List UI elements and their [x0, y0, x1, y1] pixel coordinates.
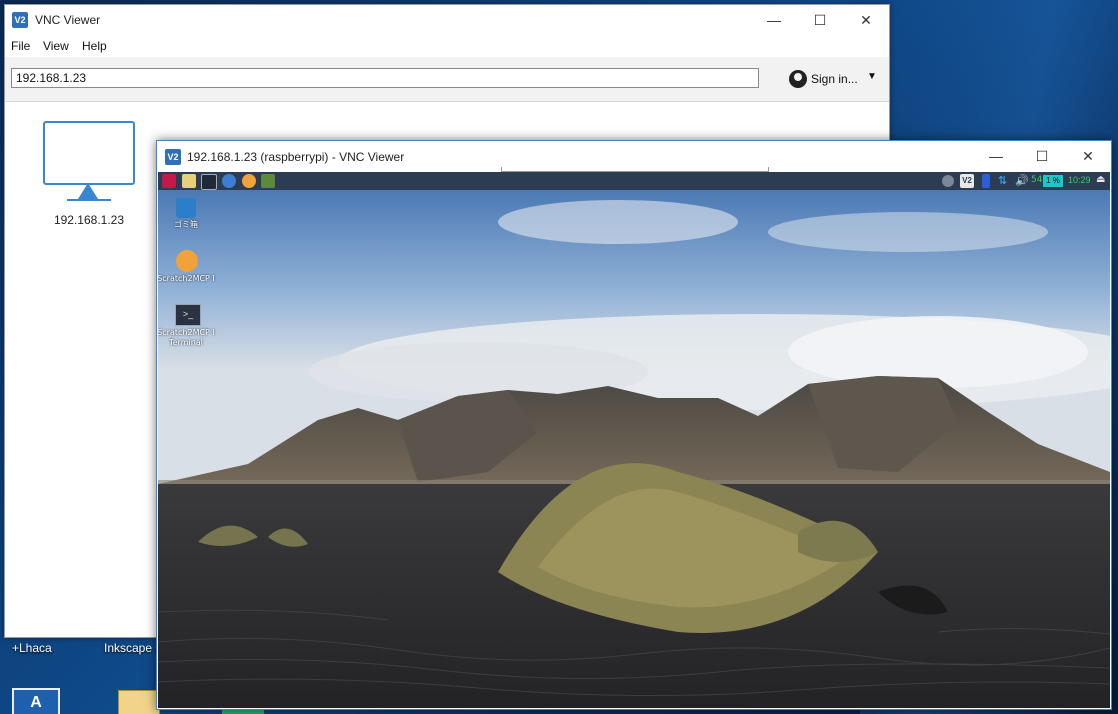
scratch2mcpi-label: Scratch2MCP I: [158, 274, 215, 283]
raspberry-pi-taskbar: V2 ⇅ 🔊 54 1 % 10:29 ⏏: [158, 172, 1110, 190]
network-status-icon[interactable]: [942, 175, 954, 187]
remote-maximize-button[interactable]: ☐: [1019, 141, 1065, 171]
raspberry-menu-icon[interactable]: [162, 174, 176, 188]
cpu-usage: 1 %: [1043, 175, 1063, 187]
desktop-app-icon-document[interactable]: [118, 690, 160, 714]
monitor-base-icon: [67, 199, 111, 201]
address-input[interactable]: [11, 68, 759, 88]
desktop-icon-label-inkscape[interactable]: Inkscape 0: [104, 641, 162, 655]
menu-file[interactable]: File: [11, 39, 30, 53]
remote-close-button[interactable]: ✕: [1065, 141, 1111, 171]
landscape-wallpaper: [158, 172, 1110, 708]
titlebar[interactable]: V2 VNC Viewer — ☐ ✕: [5, 5, 889, 35]
monitor-icon: [43, 121, 135, 185]
trash-label: ゴミ箱: [174, 220, 198, 229]
clock[interactable]: 10:29: [1068, 175, 1091, 185]
cpu-temp: 54: [1031, 175, 1043, 185]
wifi-arrows-icon[interactable]: ⇅: [998, 174, 1007, 187]
window-title: VNC Viewer: [35, 13, 101, 27]
volume-icon[interactable]: 🔊: [1015, 174, 1029, 187]
desktop-icon-label-lhaca[interactable]: +Lhaca: [12, 641, 52, 655]
minecraft-icon[interactable]: [261, 174, 275, 188]
letter-a-icon: A: [30, 694, 42, 711]
chevron-down-icon[interactable]: ▼: [867, 71, 877, 82]
terminal-desktop-icon[interactable]: >_: [175, 304, 201, 326]
browser-icon[interactable]: [222, 174, 236, 188]
scratch-cat-icon[interactable]: [176, 250, 198, 272]
maximize-button[interactable]: ☐: [797, 5, 843, 35]
vnc-logo-icon: V2: [165, 149, 181, 165]
menu-view[interactable]: View: [43, 39, 69, 53]
minimize-button[interactable]: —: [751, 5, 797, 35]
remote-titlebar[interactable]: V2 192.168.1.23 (raspberrypi) - VNC View…: [157, 141, 1111, 172]
menu-bar: File View Help: [5, 37, 889, 57]
computer-tile[interactable]: 192.168.1.23: [43, 121, 135, 231]
desktop-app-icon-a[interactable]: A: [12, 688, 60, 714]
monitor-stand-icon: [78, 183, 98, 199]
scratch-icon[interactable]: [242, 174, 256, 188]
scratch2mcpi-terminal-label: Scratch2MCP I Terminal: [158, 328, 215, 347]
remote-desktop-screen[interactable]: V2 ⇅ 🔊 54 1 % 10:29 ⏏ ゴミ箱 Scratch2MCP I …: [158, 172, 1110, 708]
vnc-logo-icon: V2: [12, 12, 28, 28]
menu-help[interactable]: Help: [82, 39, 107, 53]
terminal-icon[interactable]: [201, 174, 217, 190]
address-bar: Sign in... ▼: [5, 57, 889, 102]
remote-window-title: 192.168.1.23 (raspberrypi) - VNC Viewer: [187, 150, 405, 164]
remote-session-window: V2 192.168.1.23 (raspberrypi) - VNC View…: [156, 140, 1112, 710]
windows-desktop: +Lhaca Inkscape 0 A V2 VNC Viewer — ☐ ✕ …: [0, 0, 1118, 714]
eject-icon[interactable]: ⏏: [1096, 174, 1105, 185]
sign-in-label: Sign in...: [811, 72, 858, 86]
remote-minimize-button[interactable]: —: [973, 141, 1019, 171]
computer-label: 192.168.1.23: [53, 213, 125, 227]
user-avatar-icon: [789, 70, 807, 88]
close-button[interactable]: ✕: [843, 5, 889, 35]
file-manager-icon[interactable]: [182, 174, 196, 188]
vnc-server-icon[interactable]: V2: [960, 174, 974, 188]
bluetooth-icon[interactable]: [982, 174, 990, 188]
trash-icon[interactable]: [176, 198, 196, 218]
